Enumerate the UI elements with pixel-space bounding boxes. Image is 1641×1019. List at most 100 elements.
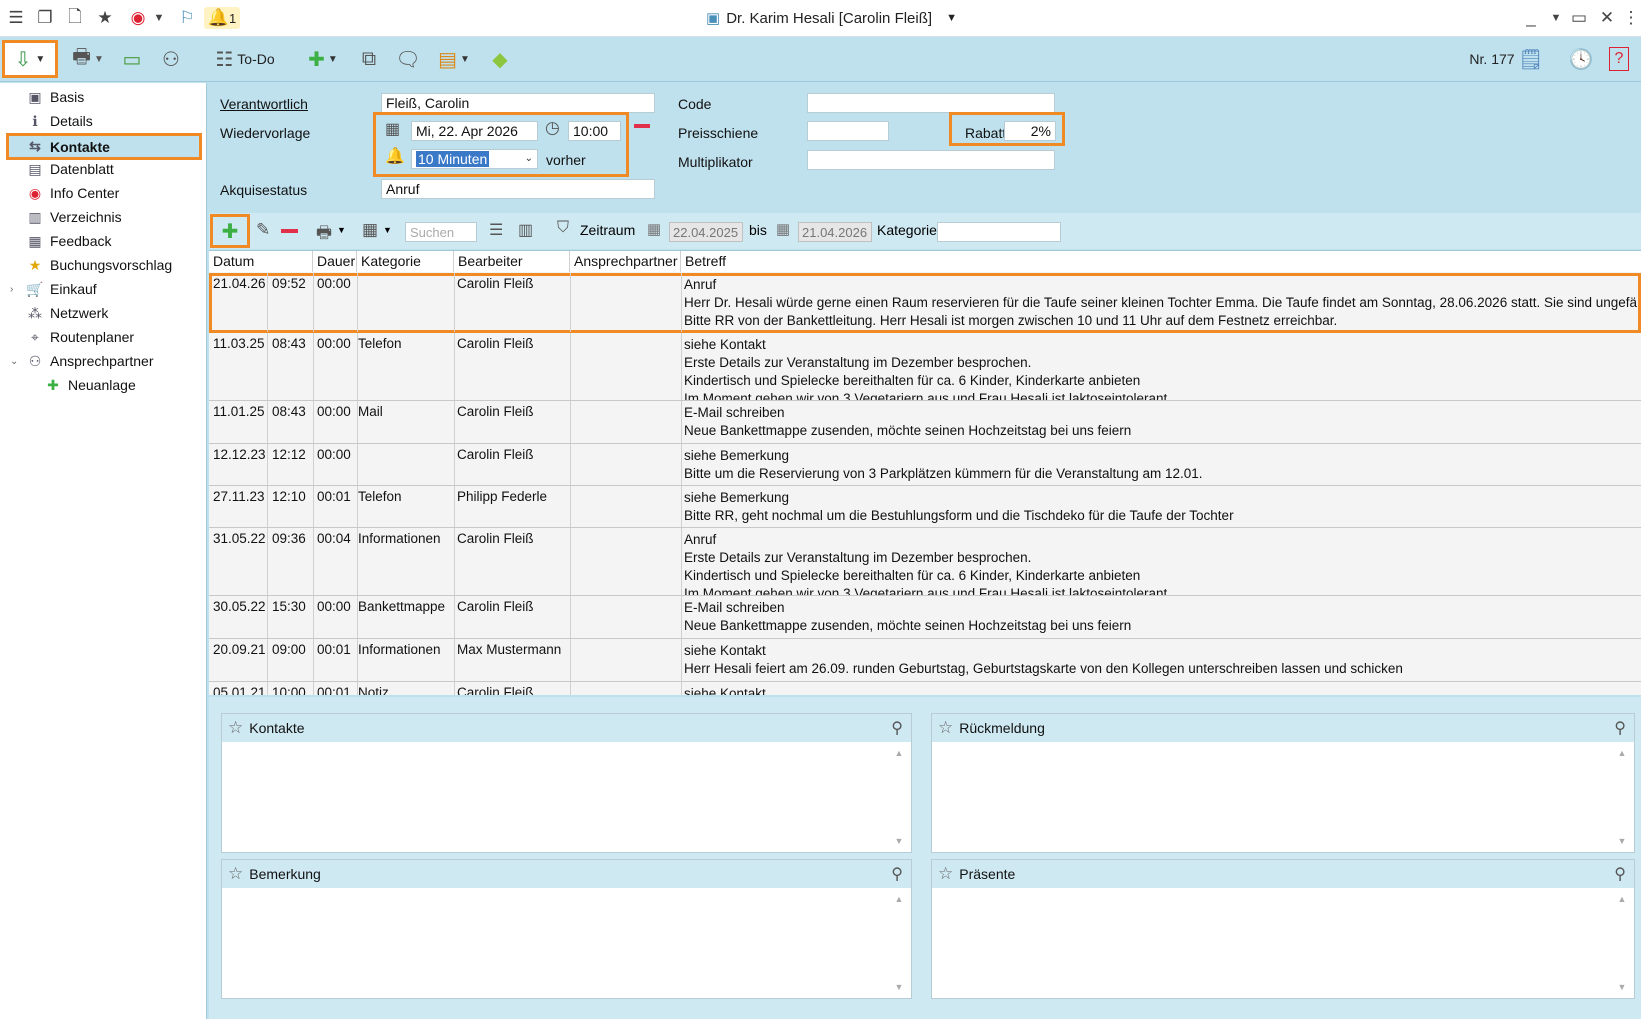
to-date-field[interactable]: 21.04.2026 [798,222,872,242]
more-icon[interactable]: ⋮ [1620,7,1641,29]
table-row[interactable]: 27.11.23 12:10 00:01 Telefon Philipp Federle… [209,486,1641,528]
people-button[interactable]: ⚇ [156,42,186,76]
verantwortlich-link[interactable]: Verantwortlich [220,96,308,112]
remove-reminder-icon[interactable] [634,124,650,128]
document-button[interactable]: ▤ ▼ [432,42,476,76]
star-icon[interactable]: ☆ [228,718,243,738]
column-header-ansprechpartner[interactable]: Ansprechpartner [570,251,681,272]
printer-icon[interactable]: 🖶 [316,220,332,249]
sidebar-item-kontakte[interactable]: ⇆ Kontakte [6,133,202,160]
chevron-down-icon[interactable]: ▼ [148,7,170,29]
zoom-icon[interactable]: ⚲ [1614,864,1626,884]
copy-button[interactable]: ⧉ [354,42,384,76]
zoom-icon[interactable]: ⚲ [891,718,903,738]
chevron-down-icon[interactable]: ▼ [337,225,346,235]
minimize-icon[interactable]: _ [1520,7,1542,29]
scrollbar[interactable]: ▲ ▼ [1616,748,1628,846]
table-row[interactable]: 21.04.26 09:52 00:00 Carolin Fleiß Anruf Herr… [209,273,1641,333]
filter-icon[interactable]: ⛉ [557,219,569,237]
zoom-icon[interactable]: ⚲ [891,864,903,884]
table-view-icon[interactable]: ▦ [362,220,378,240]
preisschiene-field[interactable] [807,121,889,141]
akquisestatus-field[interactable]: Anruf [381,179,655,199]
battery-button[interactable]: ▭ [116,42,148,76]
favorite-document-icon[interactable]: ★ [94,7,116,29]
sidebar-item-feedback[interactable]: ▦ Feedback [6,229,202,253]
kategorie-filter-field[interactable] [937,222,1061,242]
sidebar-item-netzwerk[interactable]: ⁂ Netzwerk [6,301,202,325]
from-date-field[interactable]: 22.04.2025 [669,222,743,242]
history-button[interactable]: 🗒 [1515,42,1547,76]
menu-icon[interactable]: ☰ [5,7,27,29]
print-button[interactable]: 🖶 ▼ [64,42,112,76]
sidebar-item-buchungsvorschlag[interactable]: ★ Buchungsvorschlag [6,253,202,277]
sidebar-item-routenplaner[interactable]: ⌖ Routenplaner [6,325,202,349]
search-input[interactable]: Suchen [405,222,477,242]
star-icon[interactable]: ☆ [228,864,243,884]
tag-button[interactable]: ◆ [484,42,516,76]
multiplikator-field[interactable] [807,150,1055,170]
calendar-icon[interactable]: ▦ [776,220,790,238]
chevron-right-icon[interactable]: › [10,284,13,295]
table-row[interactable]: 05.01.21 10:00 00:01 Notiz Carolin Fleiß sieh… [209,682,1641,695]
comment-button[interactable]: 🗨 [392,42,424,76]
compass-icon[interactable]: ◉ [127,7,149,29]
help-button[interactable]: ? [1604,42,1634,76]
column-header-bearbeiter[interactable]: Bearbeiter [454,251,570,272]
clock-icon[interactable]: ◷ [545,118,560,138]
reminder-select[interactable]: 10 Minuten ⌄ [411,149,538,169]
verantwortlich-field[interactable]: Fleiß, Carolin [381,93,655,113]
rabatt-field[interactable]: 2% [1004,121,1056,141]
remove-entry-icon[interactable] [281,229,298,233]
sidebar-item-ansprechpartner[interactable]: ⌄ ⚇ Ansprechpartner [6,349,202,373]
wiedervorlage-time-field[interactable]: 10:00 [568,121,621,141]
save-button[interactable]: ⇩ ▼ [2,40,58,78]
column-header-dauer[interactable]: Dauer [313,251,357,272]
chevron-down-icon[interactable]: ⌄ [10,356,18,367]
sidebar-item-details[interactable]: ℹ Details [6,109,202,133]
column-header-kategorie[interactable]: Kategorie [357,251,454,272]
add-entry-button[interactable]: ✚ [210,214,250,248]
search-filter-icon[interactable]: ☰ [489,220,503,240]
column-header-datum[interactable]: Datum [209,251,313,272]
add-button[interactable]: ✚ ▼ [300,42,346,76]
notification-bell-icon[interactable]: 🔔 1 [204,7,240,29]
edit-pencil-icon[interactable]: ✎ [256,220,270,240]
chevron-down-icon[interactable]: ▼ [383,225,392,235]
todo-button[interactable]: ☷ To-Do [206,42,284,76]
zoom-icon[interactable]: ⚲ [1614,718,1626,738]
table-row[interactable]: 12.12.23 12:12 00:00 Carolin Fleiß siehe Bem… [209,444,1641,486]
sidebar-item-neuanlage[interactable]: ✚ Neuanlage [6,373,202,397]
table-row[interactable]: 11.01.25 08:43 00:00 Mail Carolin Fleiß E-Mai… [209,401,1641,444]
sidebar-item-datenblatt[interactable]: ▤ Datenblatt [6,157,202,181]
scrollbar[interactable]: ▲ ▼ [1616,894,1628,992]
chevron-down-icon[interactable]: ▼ [1545,7,1567,29]
scrollbar[interactable]: ▲ ▼ [893,894,905,992]
wiedervorlage-date-field[interactable]: Mi, 22. Apr 2026 [411,121,538,141]
sidebar-item-einkauf[interactable]: › 🛒 Einkauf [6,277,202,301]
chevron-down-icon: ▼ [93,53,104,65]
calendar-icon[interactable]: ▦ [647,220,661,238]
sidebar-item-verzeichnis[interactable]: ▥ Verzeichnis [6,205,202,229]
table-row[interactable]: 11.03.25 08:43 00:00 Telefon Carolin Fleiß si… [209,333,1641,401]
table-row[interactable]: 31.05.22 09:36 00:04 Informationen Carolin F… [209,528,1641,596]
maximize-icon[interactable]: ▭ [1568,7,1590,29]
sidebar-item-basis[interactable]: ▣ Basis [6,85,202,109]
table-row[interactable]: 30.05.22 15:30 00:00 Bankettmappe Carolin Fl… [209,596,1641,639]
table-row[interactable]: 20.09.21 09:00 00:01 Informationen Max Muste… [209,639,1641,682]
close-icon[interactable]: ✕ [1596,7,1618,29]
windows-icon[interactable]: ❐ [34,7,56,29]
zeitraum-label[interactable]: Zeitraum [580,222,635,238]
bookmark-icon[interactable]: ⚐ [176,7,198,29]
code-field[interactable] [807,93,1055,113]
calendar-icon[interactable]: ▦ [385,119,400,139]
star-icon[interactable]: ☆ [938,718,953,738]
columns-icon[interactable]: ▥ [518,220,533,240]
chevron-down-icon[interactable]: ▼ [946,12,957,24]
column-header-betreff[interactable]: Betreff [681,251,1641,272]
clock-document-button[interactable]: 🕓 [1564,42,1598,76]
sidebar-item-info-center[interactable]: ◉ Info Center [6,181,202,205]
recent-document-icon[interactable]: 🗋 [64,7,86,29]
scrollbar[interactable]: ▲ ▼ [893,748,905,846]
star-icon[interactable]: ☆ [938,864,953,884]
